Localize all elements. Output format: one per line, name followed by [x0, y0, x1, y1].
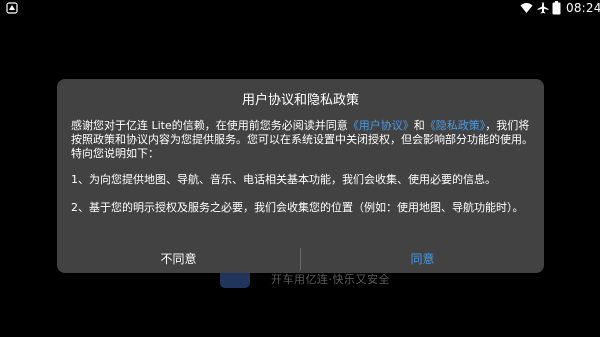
app-notification-icon [6, 2, 18, 14]
privacy-policy-link[interactable]: 《隐私政策》 [425, 119, 486, 132]
intro-text-part1: 感谢您对于亿连 Lite的信赖，在使用前您务必阅读并同意 [71, 119, 348, 132]
and-text: 和 [413, 119, 425, 132]
status-time: 08:24 [566, 1, 600, 15]
splash-slogan: 开车用亿连·快乐又安全 [271, 273, 390, 286]
screen: 08:24 开车用亿连·快乐又安全 用户协议和隐私政策 感谢您对于亿连 Lite… [0, 0, 600, 337]
battery-icon [552, 1, 561, 15]
dialog-title: 用户协议和隐私政策 [241, 93, 359, 108]
dialog-body: 感谢您对于亿连 Lite的信赖，在使用前您务必阅读并同意《用户协议》和《隐私政策… [71, 119, 535, 215]
agree-button[interactable]: 同意 [301, 245, 544, 271]
dialog-button-row: 不同意 同意 [57, 245, 544, 271]
wifi-icon [520, 3, 533, 13]
privacy-dialog: 用户协议和隐私政策 感谢您对于亿连 Lite的信赖，在使用前您务必阅读并同意《用… [57, 79, 544, 273]
airplane-mode-icon [537, 2, 549, 14]
dialog-item-2: 2、基于您的明示授权及服务之必要，我们会收集您的位置（例如：使用地图、导航功能时… [71, 201, 524, 214]
dialog-intro: 感谢您对于亿连 Lite的信赖，在使用前您务必阅读并同意《用户协议》和《隐私政策… [71, 119, 535, 161]
decline-button[interactable]: 不同意 [57, 245, 300, 271]
user-agreement-link[interactable]: 《用户协议》 [348, 119, 414, 132]
status-bar: 08:24 [0, 0, 600, 16]
dialog-item-1: 1、为向您提供地图、导航、音乐、电话相关基本功能，我们会收集、使用必要的信息。 [71, 173, 496, 186]
